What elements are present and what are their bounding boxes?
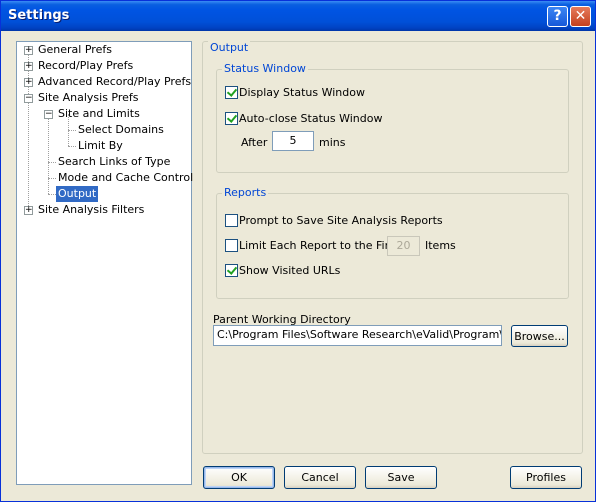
tree-item-site-analysis-prefs[interactable]: Site Analysis Prefs <box>38 90 139 106</box>
cancel-button[interactable]: Cancel <box>284 466 356 489</box>
tree-item-search-links-of-type[interactable]: Search Links of Type <box>58 154 170 170</box>
tree-item-general-prefs[interactable]: General Prefs <box>38 42 112 58</box>
auto-close-status-window-checkbox[interactable] <box>225 112 238 125</box>
window-title: Settings <box>8 8 70 23</box>
tree-line <box>48 114 49 194</box>
expand-icon[interactable]: + <box>24 78 33 87</box>
display-status-window-checkbox[interactable] <box>225 86 238 99</box>
tree-item-site-and-limits[interactable]: Site and Limits <box>58 106 140 122</box>
tree-line <box>48 194 56 195</box>
reports-group: Reports Prompt to Save Site Analysis Rep… <box>216 186 569 299</box>
tree-item-mode-and-cache-control[interactable]: Mode and Cache Control <box>58 170 193 186</box>
expand-icon[interactable]: + <box>24 62 33 71</box>
limit-report-checkbox[interactable] <box>225 239 238 252</box>
show-visited-urls-label: Show Visited URLs <box>239 264 341 277</box>
tree-item-advanced-record-play-prefs[interactable]: Advanced Record/Play Prefs <box>38 74 191 90</box>
tree-item-output[interactable]: Output <box>56 186 99 202</box>
close-button[interactable]: ✕ <box>570 6 591 27</box>
limit-report-label: Limit Each Report to the First <box>239 239 400 252</box>
prompt-save-reports-checkbox[interactable] <box>225 214 238 227</box>
parent-working-directory-input[interactable]: C:\Program Files\Software Research\eVali… <box>213 325 502 346</box>
auto-close-status-window-label: Auto-close Status Window <box>239 112 383 125</box>
prompt-save-reports-label: Prompt to Save Site Analysis Reports <box>239 214 443 227</box>
collapse-icon[interactable]: − <box>24 94 33 103</box>
tree-item-select-domains[interactable]: Select Domains <box>78 122 164 138</box>
question-icon: ? <box>553 8 562 24</box>
settings-tree[interactable]: + General Prefs + Record/Play Prefs + Ad… <box>16 41 193 485</box>
ok-button[interactable]: OK <box>203 466 275 489</box>
help-button[interactable]: ? <box>547 6 568 27</box>
tree-line <box>48 162 56 163</box>
tree-line <box>68 130 76 131</box>
output-panel: Output Status Window Display Status Wind… <box>202 41 583 454</box>
status-window-title: Status Window <box>222 62 308 75</box>
tree-item-site-analysis-filters[interactable]: Site Analysis Filters <box>38 202 144 218</box>
expand-icon[interactable]: + <box>24 46 33 55</box>
title-bar: Settings ? ✕ <box>1 1 595 31</box>
close-icon: ✕ <box>574 8 587 24</box>
display-status-window-label: Display Status Window <box>239 86 365 99</box>
show-visited-urls-checkbox[interactable] <box>225 264 238 277</box>
tree-line <box>68 146 76 147</box>
tree-line <box>28 50 29 210</box>
profiles-button[interactable]: Profiles <box>510 466 582 489</box>
output-title: Output <box>208 41 251 54</box>
items-label: Items <box>425 239 456 252</box>
reports-title: Reports <box>222 186 269 199</box>
after-label: After <box>241 136 268 149</box>
browse-button[interactable]: Browse... <box>511 325 568 347</box>
settings-dialog: Settings ? ✕ + General Prefs + Record/Pl… <box>0 0 596 502</box>
mins-label: mins <box>319 136 346 149</box>
expand-icon[interactable]: + <box>24 206 33 215</box>
after-mins-input[interactable]: 5 <box>272 131 314 151</box>
tree-line <box>48 178 56 179</box>
tree-item-limit-by[interactable]: Limit By <box>78 138 123 154</box>
tree-item-record-play-prefs[interactable]: Record/Play Prefs <box>38 58 133 74</box>
limit-items-input[interactable]: 20 <box>387 236 420 256</box>
collapse-icon[interactable]: − <box>44 110 53 119</box>
save-button[interactable]: Save <box>365 466 437 489</box>
status-window-group: Status Window Display Status Window Auto… <box>216 62 569 173</box>
